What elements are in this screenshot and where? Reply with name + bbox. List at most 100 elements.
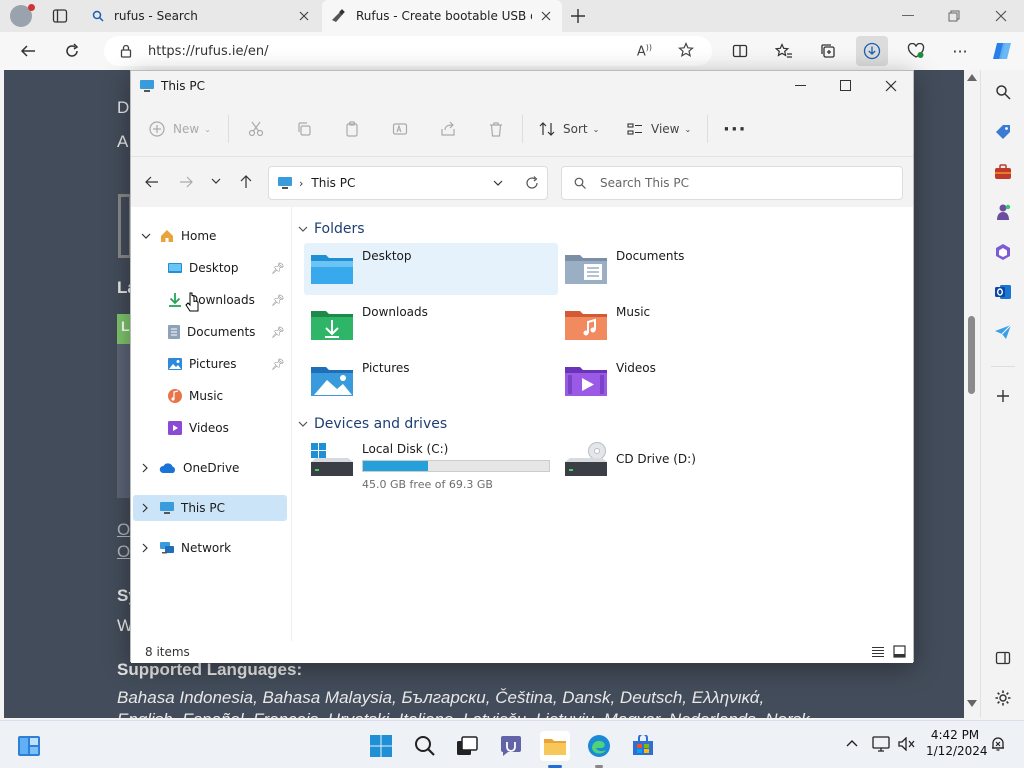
maximize-icon[interactable] (840, 80, 851, 91)
close-tab-icon[interactable] (538, 8, 554, 24)
folder-downloads[interactable]: Downloads (304, 299, 558, 351)
widgets-icon[interactable] (14, 731, 44, 761)
display-icon[interactable] (872, 736, 890, 752)
drive-cd-drive-d[interactable]: CD Drive (D:) (558, 438, 812, 494)
search-box[interactable]: Search This PC (561, 166, 903, 200)
chevron-right-icon[interactable] (141, 463, 155, 473)
copilot-icon[interactable] (988, 37, 1016, 65)
settings-gear-icon[interactable] (991, 686, 1015, 710)
nav-item-videos[interactable]: Videos (133, 415, 287, 441)
search-icon[interactable] (991, 80, 1015, 104)
collections-icon[interactable] (814, 37, 842, 65)
chevron-down-icon[interactable] (298, 225, 308, 233)
folder-videos[interactable]: Videos (558, 355, 812, 407)
chevron-down-icon[interactable] (141, 232, 155, 240)
tab-search[interactable]: rufus - Search (84, 0, 320, 32)
close-window-icon[interactable] (885, 80, 897, 92)
games-icon[interactable] (991, 200, 1015, 224)
refresh-icon[interactable] (58, 37, 86, 65)
more-menu-icon[interactable]: ··· (946, 37, 974, 65)
folder-pictures[interactable]: Pictures (304, 355, 558, 407)
scroll-thumb[interactable] (968, 316, 975, 394)
drive-local-disk-c[interactable]: Local Disk (C:) 45.0 GB free of 69.3 GB (304, 438, 558, 494)
page-fragment[interactable]: O (117, 520, 130, 540)
split-screen-icon[interactable] (726, 37, 754, 65)
tiles-view-icon[interactable] (893, 645, 906, 658)
up-icon[interactable] (239, 175, 253, 189)
scroll-down-icon[interactable] (967, 700, 977, 707)
details-view-icon[interactable] (871, 646, 885, 658)
nav-item-documents[interactable]: Documents 📌︎ (133, 319, 287, 345)
recent-locations-icon[interactable] (211, 177, 221, 185)
cut-icon[interactable] (248, 115, 264, 143)
read-aloud-icon[interactable]: A)) (637, 43, 652, 59)
close-tab-icon[interactable] (296, 8, 312, 24)
minimize-icon[interactable] (795, 85, 806, 86)
lock-icon[interactable] (120, 44, 132, 58)
nav-item-this-pc[interactable]: This PC (133, 495, 287, 521)
shopping-tag-icon[interactable] (991, 120, 1015, 144)
close-window-icon[interactable] (995, 10, 1007, 22)
url-bar[interactable]: https://rufus.ie/en/ A)) (104, 36, 712, 66)
favorite-star-icon[interactable] (678, 42, 694, 58)
copy-icon[interactable] (296, 115, 312, 143)
search-icon[interactable] (410, 731, 440, 761)
folder-music[interactable]: Music (558, 299, 812, 351)
address-dropdown-icon[interactable] (493, 179, 503, 187)
folder-documents[interactable]: Documents (558, 243, 812, 295)
minimize-icon[interactable] (902, 15, 914, 16)
restore-icon[interactable] (948, 10, 960, 22)
scroll-up-icon[interactable] (967, 74, 977, 81)
start-icon[interactable] (366, 731, 396, 761)
group-header-folders[interactable]: Folders (298, 221, 365, 237)
nav-item-desktop[interactable]: Desktop 📌︎ (133, 255, 287, 281)
back-icon[interactable] (14, 37, 42, 65)
sort-button[interactable]: Sort ⌄ (539, 115, 599, 143)
nav-item-music[interactable]: Music (133, 383, 287, 409)
rename-icon[interactable] (392, 115, 408, 143)
workspaces-icon[interactable] (52, 8, 68, 24)
nav-item-network[interactable]: Network (133, 535, 287, 561)
refresh-icon[interactable] (525, 176, 539, 190)
chevron-down-icon[interactable] (298, 420, 308, 428)
delete-icon[interactable] (488, 115, 504, 143)
chevron-right-icon[interactable] (141, 503, 155, 513)
new-button[interactable]: New ⌄ (149, 115, 211, 143)
nav-item-home[interactable]: Home (133, 223, 287, 249)
new-tab-icon[interactable] (570, 8, 586, 24)
tools-icon[interactable] (991, 160, 1015, 184)
file-explorer-taskbar-icon[interactable] (540, 731, 570, 761)
tab-rufus[interactable]: Rufus - Create bootable USB driv (322, 0, 562, 32)
favorites-icon[interactable] (770, 37, 798, 65)
nav-item-pictures[interactable]: Pictures 📌︎ (133, 351, 287, 377)
folder-desktop[interactable]: Desktop (304, 243, 558, 295)
downloads-icon[interactable] (856, 36, 888, 66)
add-sidebar-app-icon[interactable] (991, 384, 1015, 408)
forward-icon[interactable] (179, 175, 193, 189)
notifications-icon[interactable] (990, 736, 1006, 752)
microsoft-365-icon[interactable] (991, 240, 1015, 264)
explorer-title-bar[interactable]: This PC (131, 71, 913, 101)
task-view-icon[interactable] (452, 731, 482, 761)
hide-sidebar-icon[interactable] (991, 646, 1015, 670)
chevron-right-icon[interactable] (141, 543, 155, 553)
back-icon[interactable] (145, 175, 159, 189)
share-icon[interactable] (440, 115, 456, 143)
nav-item-downloads[interactable]: Downloads 📌︎ (133, 287, 287, 313)
page-scrollbar[interactable] (964, 70, 980, 718)
show-hidden-icons-icon[interactable] (846, 739, 858, 747)
volume-muted-icon[interactable] (898, 737, 916, 751)
store-icon[interactable] (628, 731, 658, 761)
view-button[interactable]: View ⌄ (627, 115, 691, 143)
edge-taskbar-icon[interactable] (584, 731, 614, 761)
clock[interactable]: 4:42 PM 1/12/2024 (926, 727, 988, 759)
page-fragment[interactable]: O (117, 542, 130, 562)
drop-send-icon[interactable] (991, 320, 1015, 344)
nav-item-onedrive[interactable]: OneDrive (133, 455, 287, 481)
group-header-devices[interactable]: Devices and drives (298, 416, 447, 432)
browser-essentials-icon[interactable] (902, 37, 930, 65)
more-options-icon[interactable]: ··· (723, 115, 747, 143)
address-bar[interactable]: › This PC (268, 166, 548, 200)
outlook-icon[interactable] (991, 280, 1015, 304)
teams-chat-icon[interactable] (496, 731, 526, 761)
